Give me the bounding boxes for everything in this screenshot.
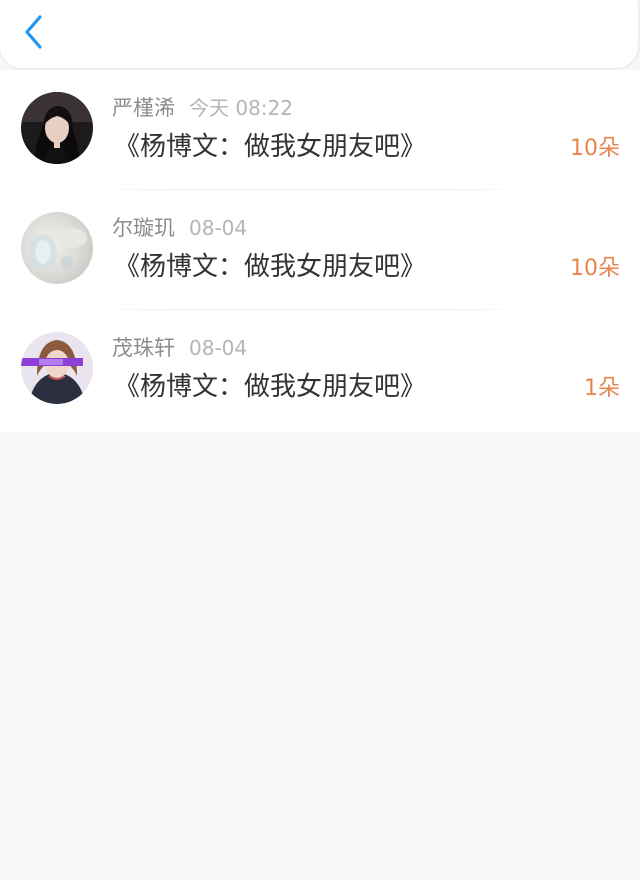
chevron-left-icon [23,14,45,54]
flower-count: 10朵 [570,136,620,161]
gift-title: 《杨博文：做我女朋友吧》 [114,252,427,282]
sent-time: 08-04 [189,336,248,360]
back-button[interactable] [14,10,54,58]
sender-line: 严槿浠 今天 08:22 [112,94,293,122]
sender-line: 茂珠轩 08-04 [112,334,247,362]
sender-name: 严槿浠 [112,96,175,120]
list-item[interactable]: 茂珠轩 08-04 《杨博文：做我女朋友吧》 1朵 [0,310,640,430]
avatar[interactable] [21,332,93,404]
avatar[interactable] [21,212,93,284]
top-nav-bar [0,0,639,68]
gift-title: 《杨博文：做我女朋友吧》 [114,372,427,402]
list-item[interactable]: 严槿浠 今天 08:22 《杨博文：做我女朋友吧》 10朵 [0,70,640,190]
flower-count: 10朵 [570,256,620,281]
sent-time: 今天 08:22 [189,96,293,120]
sender-line: 尔璇玑 08-04 [112,214,247,242]
avatar[interactable] [21,92,93,164]
gift-record-list: 严槿浠 今天 08:22 《杨博文：做我女朋友吧》 10朵 尔璇玑 08-04 … [0,70,640,432]
sent-time: 08-04 [189,216,248,240]
list-item[interactable]: 尔璇玑 08-04 《杨博文：做我女朋友吧》 10朵 [0,190,640,310]
flower-count: 1朵 [584,376,620,401]
gift-title: 《杨博文：做我女朋友吧》 [114,132,427,162]
sender-name: 茂珠轩 [112,336,175,360]
sender-name: 尔璇玑 [112,216,175,240]
